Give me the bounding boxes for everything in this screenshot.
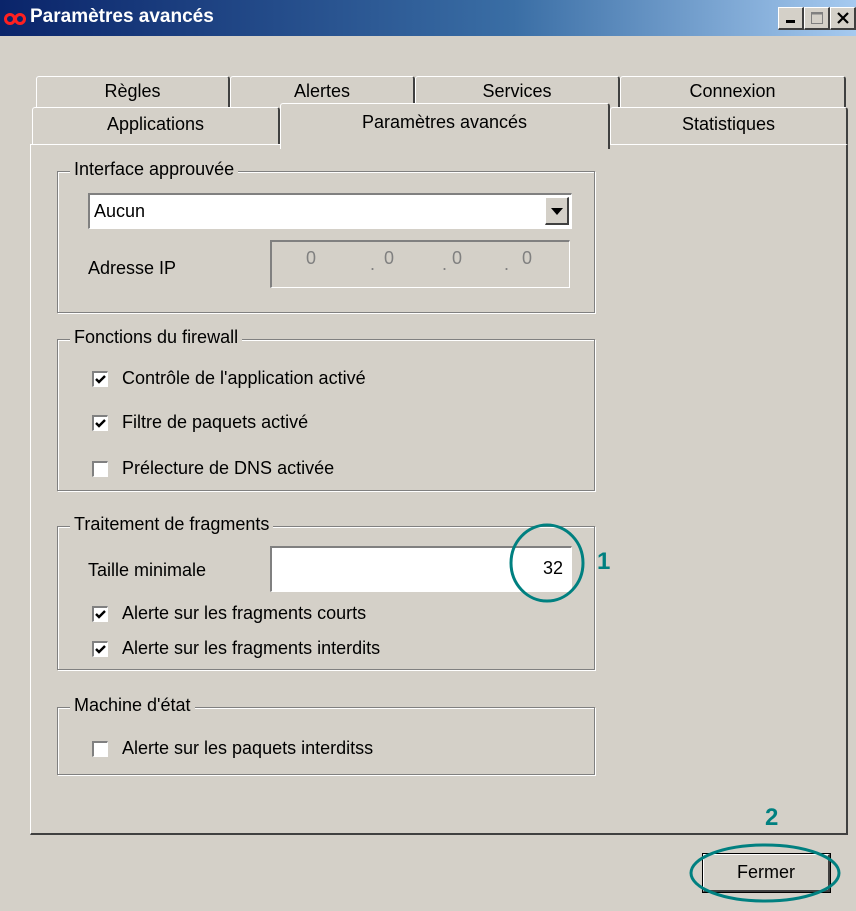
ip-label: Adresse IP: [88, 258, 177, 278]
min-size-input[interactable]: 32: [270, 546, 572, 592]
tab-applications[interactable]: Applications: [32, 107, 280, 145]
checkbox-box[interactable]: [92, 460, 108, 477]
fragments-group-title: Traitement de fragments: [70, 514, 274, 535]
checkmark-icon: [95, 418, 106, 428]
minimize-button[interactable]: [778, 7, 804, 30]
ip-dot: .: [370, 254, 376, 274]
ip-dot: .: [504, 254, 510, 274]
min-size-label: Taille minimale: [88, 560, 207, 580]
annotation-marker-2: 2: [765, 804, 779, 831]
checkbox-box[interactable]: [92, 414, 108, 431]
chevron-down-icon[interactable]: [545, 197, 569, 225]
title-bar[interactable]: Paramètres avancés: [0, 0, 856, 36]
state-machine-group-title: Machine d'état: [70, 695, 195, 716]
checkmark-icon: [95, 609, 106, 619]
checkbox-short-fragments[interactable]: Alerte sur les fragments courts: [92, 603, 366, 624]
close-button[interactable]: Fermer: [702, 853, 831, 893]
tab-regles[interactable]: Règles: [36, 76, 230, 108]
tab-parametres-avances[interactable]: Paramètres avancés: [280, 103, 610, 149]
checkbox-label: Alerte sur les fragments courts: [122, 603, 367, 623]
checkbox-box[interactable]: [92, 605, 108, 622]
checkbox-forbidden-fragments[interactable]: Alerte sur les fragments interdits: [92, 638, 380, 659]
checkbox-packet-filter[interactable]: Filtre de paquets activé: [92, 412, 308, 433]
checkmark-icon: [95, 644, 106, 654]
checkbox-box[interactable]: [92, 740, 108, 757]
checkbox-forbidden-packets[interactable]: Alerte sur les paquets interditss: [92, 738, 373, 759]
tab-statistiques[interactable]: Statistiques: [610, 107, 848, 145]
window-title: Paramètres avancés: [30, 6, 214, 27]
maximize-button[interactable]: [804, 7, 830, 30]
firewall-group-title: Fonctions du firewall: [70, 327, 243, 348]
checkbox-dns-prefetch[interactable]: Prélecture de DNS activée: [92, 458, 334, 479]
checkbox-label: Contrôle de l'application activé: [122, 368, 366, 388]
ip-address-field[interactable]: 0 . 0 . 0 . 0: [270, 240, 570, 288]
checkbox-box[interactable]: [92, 640, 108, 657]
close-icon: [836, 12, 849, 24]
app-logo-icon: [4, 13, 26, 25]
interface-group-title: Interface approuvée: [70, 159, 239, 180]
ip-octet-4: 0: [522, 248, 533, 268]
ip-dot: .: [442, 254, 448, 274]
ip-octet-3: 0: [452, 248, 463, 268]
checkbox-label: Filtre de paquets activé: [122, 412, 309, 432]
ip-octet-2: 0: [384, 248, 395, 268]
checkbox-box[interactable]: [92, 370, 108, 387]
interface-select[interactable]: Aucun: [88, 193, 572, 229]
checkbox-app-control[interactable]: Contrôle de l'application activé: [92, 368, 366, 389]
minimize-icon: [785, 20, 795, 23]
checkbox-label: Alerte sur les fragments interdits: [122, 638, 381, 658]
checkmark-icon: [95, 374, 106, 384]
tab-connexion[interactable]: Connexion: [620, 76, 846, 108]
checkbox-label: Prélecture de DNS activée: [122, 458, 335, 478]
interface-select-value: Aucun: [94, 201, 146, 221]
checkbox-label: Alerte sur les paquets interditss: [122, 738, 374, 758]
ip-octet-1: 0: [306, 248, 317, 268]
close-window-button[interactable]: [830, 7, 856, 30]
settings-window: Paramètres avancés Règles Alertes Servic…: [0, 0, 856, 911]
annotation-marker-1: 1: [597, 548, 611, 575]
maximize-icon: [810, 12, 823, 24]
